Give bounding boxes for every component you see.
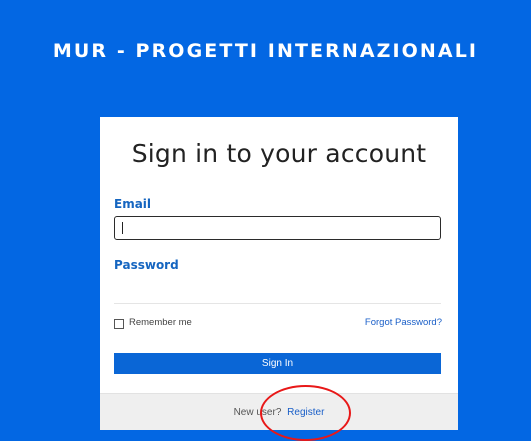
- remember-me-label[interactable]: Remember me: [129, 317, 192, 328]
- new-user-text: New user?: [233, 407, 282, 418]
- register-section: New user? Register: [100, 393, 458, 430]
- sign-in-button[interactable]: Sign In: [114, 353, 441, 374]
- app-title: MUR - PROGETTI INTERNAZIONALI: [52, 40, 479, 62]
- register-link[interactable]: Register: [287, 407, 324, 418]
- email-field[interactable]: [114, 216, 441, 240]
- login-card: Sign in to your account Email Password R…: [100, 117, 458, 430]
- text-caret: [122, 222, 123, 234]
- password-label: Password: [114, 258, 179, 272]
- password-field[interactable]: [114, 276, 441, 304]
- forgot-password-link[interactable]: Forgot Password?: [365, 317, 442, 328]
- email-label: Email: [114, 197, 152, 211]
- remember-me-checkbox[interactable]: [114, 319, 124, 329]
- page-title: Sign in to your account: [131, 139, 427, 168]
- register-row: New user? Register: [100, 407, 458, 418]
